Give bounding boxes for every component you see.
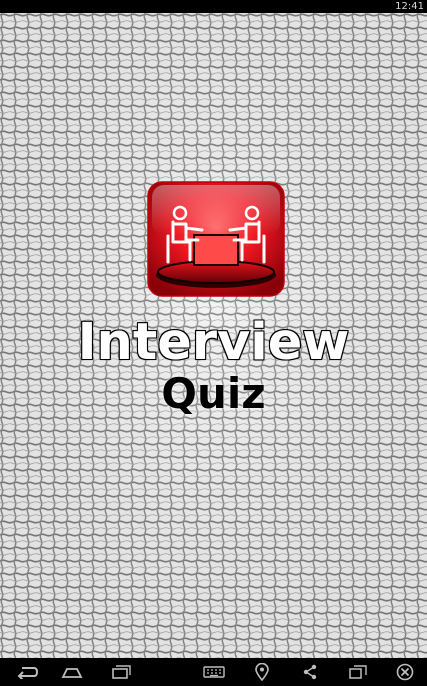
app-subtitle: Quiz <box>161 369 266 418</box>
close-button[interactable] <box>390 658 420 686</box>
share-icon <box>303 664 317 680</box>
home-button[interactable] <box>54 658 90 686</box>
status-bar: 12:41 <box>0 0 427 13</box>
window-icon <box>349 665 367 679</box>
splash-screen: Interview Quiz <box>0 13 427 658</box>
location-button[interactable] <box>246 658 278 686</box>
back-icon <box>17 667 39 679</box>
share-button[interactable] <box>294 658 326 686</box>
app-title: Interview <box>77 312 351 373</box>
navigation-bar <box>0 658 427 686</box>
recent-apps-button[interactable] <box>103 658 139 686</box>
back-button[interactable] <box>10 658 46 686</box>
status-time: 12:41 <box>395 1 424 12</box>
window-button[interactable] <box>342 658 374 686</box>
recent-apps-icon <box>112 665 131 679</box>
interview-table-icon <box>147 181 285 297</box>
close-icon <box>396 663 414 681</box>
keyboard-button[interactable] <box>196 658 232 686</box>
home-icon <box>61 668 83 678</box>
keyboard-icon <box>203 666 225 678</box>
screen: 12:41 Interview Quiz <box>0 0 427 686</box>
location-icon <box>255 663 269 681</box>
